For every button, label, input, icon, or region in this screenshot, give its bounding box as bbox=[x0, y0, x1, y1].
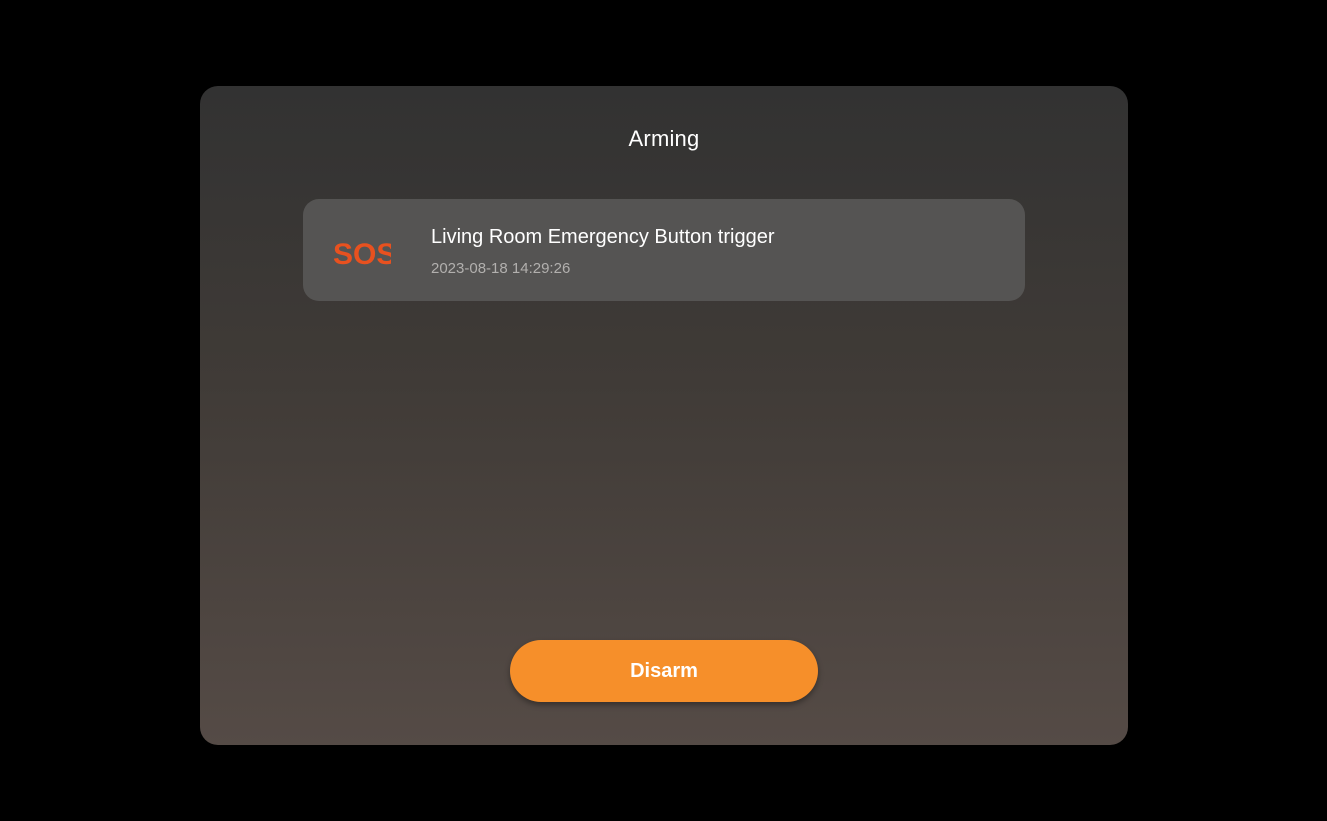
dialog-title: Arming bbox=[628, 126, 700, 151]
arming-dialog: Arming SOS Living Room Emergency Button … bbox=[200, 86, 1128, 745]
alert-list-item[interactable]: SOS Living Room Emergency Button trigger… bbox=[303, 199, 1025, 301]
alert-timestamp: 2023-08-18 14:29:26 bbox=[431, 260, 571, 277]
sos-icon: SOS bbox=[333, 238, 391, 269]
sos-icon-text: SOS bbox=[333, 238, 391, 269]
alert-title: Living Room Emergency Button trigger bbox=[431, 226, 775, 248]
disarm-button[interactable]: Disarm bbox=[510, 640, 818, 702]
